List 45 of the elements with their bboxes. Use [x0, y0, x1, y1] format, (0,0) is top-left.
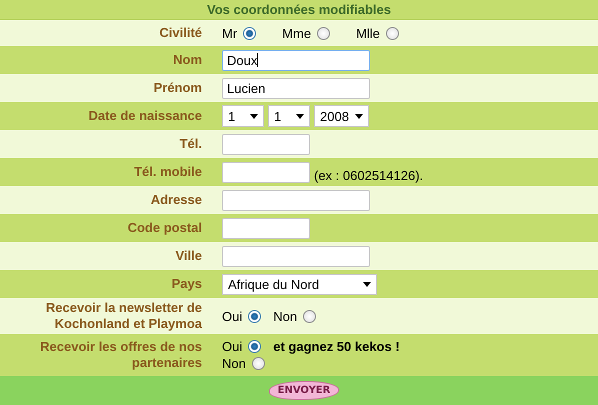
field-label: Code postal: [128, 220, 202, 235]
dropdown-arrow-icon: [250, 114, 258, 118]
text-input[interactable]: Doux: [222, 50, 370, 70]
field-label: Adresse: [150, 192, 202, 207]
field-label: Tél.: [180, 136, 202, 151]
field-label: Date de naissance: [88, 108, 202, 123]
field-label: Prénom: [154, 80, 202, 95]
option-label: Mr: [222, 26, 238, 40]
radio-button[interactable]: [252, 357, 265, 370]
date-dropdown[interactable]: 1: [268, 105, 310, 127]
option-label: Non: [222, 356, 246, 371]
radio-button[interactable]: [243, 26, 256, 40]
dropdown-arrow-icon: [363, 282, 371, 286]
field-label: Ville: [175, 248, 202, 263]
option-label: Oui: [222, 339, 242, 354]
option-label: Mme: [282, 26, 312, 40]
radio-button[interactable]: [317, 26, 330, 40]
text-input[interactable]: [222, 246, 370, 266]
date-dropdown[interactable]: 1: [222, 105, 264, 127]
text-input[interactable]: [222, 162, 310, 182]
option-label: Oui: [222, 308, 242, 324]
option-label: Mlle: [356, 26, 380, 40]
example-hint: (ex : 0602514126).: [314, 168, 424, 182]
radio-button[interactable]: [386, 26, 399, 40]
field-label: Recevoir les offres de nos partenaires: [40, 339, 202, 370]
radio-button[interactable]: [303, 310, 316, 322]
send-button[interactable]: ENVOYER: [268, 381, 340, 400]
form-title: Vos coordonnées modifiables: [0, 0, 598, 20]
radio-button[interactable]: [248, 310, 262, 322]
date-dropdown[interactable]: 2008: [314, 105, 369, 127]
text-input[interactable]: Lucien: [222, 78, 370, 98]
field-label: Civilité: [159, 25, 202, 40]
dropdown-arrow-icon: [355, 114, 363, 118]
text-input[interactable]: [222, 218, 310, 238]
radio-button[interactable]: [248, 340, 262, 353]
field-label: Recevoir la newsletter de Kochonland et Playmoa: [46, 300, 202, 331]
field-label: Nom: [173, 52, 202, 67]
country-dropdown[interactable]: Afrique du Nord: [222, 274, 377, 294]
option-label: Non: [273, 308, 298, 324]
bonus-note: et gagnez 50 kekos !: [273, 339, 400, 354]
dropdown-arrow-icon: [296, 114, 304, 118]
text-input[interactable]: [222, 134, 310, 154]
text-input[interactable]: [222, 190, 370, 210]
field-label: Pays: [172, 276, 202, 291]
field-label: Tél. mobile: [134, 164, 202, 179]
